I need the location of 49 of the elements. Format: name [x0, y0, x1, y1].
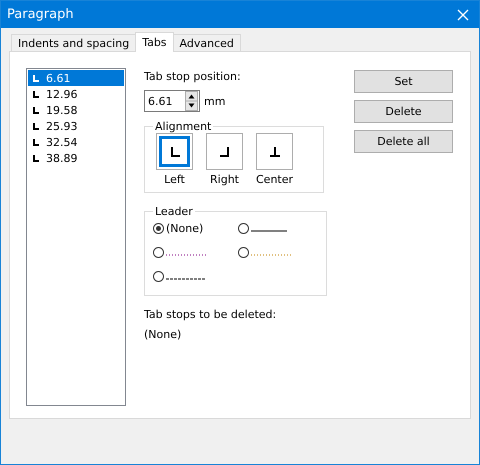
center-tab-icon	[268, 146, 281, 156]
leader-option-label: (None)	[166, 222, 204, 235]
left-tab-icon	[168, 146, 180, 156]
tab-stop-value: 19.58	[46, 104, 78, 116]
tab-stop-item[interactable]: 12.96	[28, 86, 124, 102]
spin-arrows-icon[interactable]	[185, 91, 198, 111]
radio-button[interactable]	[238, 223, 249, 234]
left-tab-icon	[33, 106, 39, 114]
position-spinner[interactable]: 6.61	[144, 90, 200, 112]
window-title: Paragraph	[7, 7, 74, 22]
left-tab-icon	[33, 90, 39, 98]
delete-list-label: Tab stops to be deleted:	[144, 308, 278, 321]
tab[interactable]: Indents and spacing	[11, 34, 136, 51]
alignment-label: Right	[210, 173, 239, 186]
tab[interactable]: Tabs	[135, 32, 174, 52]
alignment-button[interactable]	[156, 133, 193, 170]
group-title: Alignment	[154, 120, 212, 133]
left-tab-icon	[33, 122, 39, 130]
right-tab-icon	[218, 146, 230, 156]
left-tab-icon	[33, 138, 39, 146]
action-button[interactable]: Set	[354, 70, 453, 93]
tab-stop-item[interactable]: 25.93	[28, 118, 124, 134]
tab-stop-value: 25.93	[46, 120, 78, 132]
tab-stop-value: 32.54	[46, 136, 78, 148]
close-icon[interactable]	[457, 8, 469, 20]
alignment-button[interactable]	[256, 133, 294, 170]
tab-stop-item[interactable]: 32.54	[28, 134, 124, 150]
unit-label: mm	[204, 94, 226, 108]
tab[interactable]: Advanced	[172, 34, 241, 51]
radio-button[interactable]	[153, 271, 164, 282]
left-tab-icon	[33, 154, 39, 162]
alignment-label: Center	[256, 173, 294, 186]
tab-stop-value: 38.89	[46, 152, 78, 164]
radio-button[interactable]	[238, 247, 249, 258]
alignment-label: Left	[164, 173, 185, 186]
action-button[interactable]: Delete all	[354, 130, 453, 153]
alignment-button[interactable]	[206, 133, 243, 170]
tab-stop-item[interactable]: 6.61	[28, 70, 124, 86]
tab-stop-item[interactable]: 19.58	[28, 102, 124, 118]
group-title: Leader	[154, 205, 194, 218]
tab-stop-value: 12.96	[46, 88, 78, 100]
tab-stop-value: 6.61	[46, 72, 70, 84]
left-tab-icon	[33, 74, 39, 82]
tab-stop-item[interactable]: 38.89	[28, 150, 124, 166]
radio-button[interactable]	[153, 223, 164, 234]
radio-button[interactable]	[153, 247, 164, 258]
delete-list-value: (None)	[144, 328, 182, 341]
position-label: Tab stop position:	[144, 70, 242, 83]
action-button[interactable]: Delete	[354, 100, 453, 123]
